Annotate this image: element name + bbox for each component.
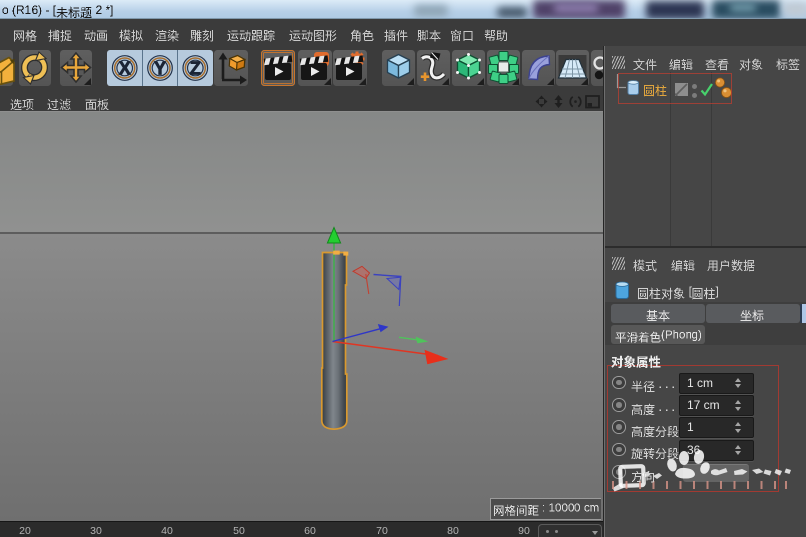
svg-text:Z: Z xyxy=(190,59,201,79)
svg-text:X: X xyxy=(119,59,131,79)
svg-text:Y: Y xyxy=(154,59,166,79)
